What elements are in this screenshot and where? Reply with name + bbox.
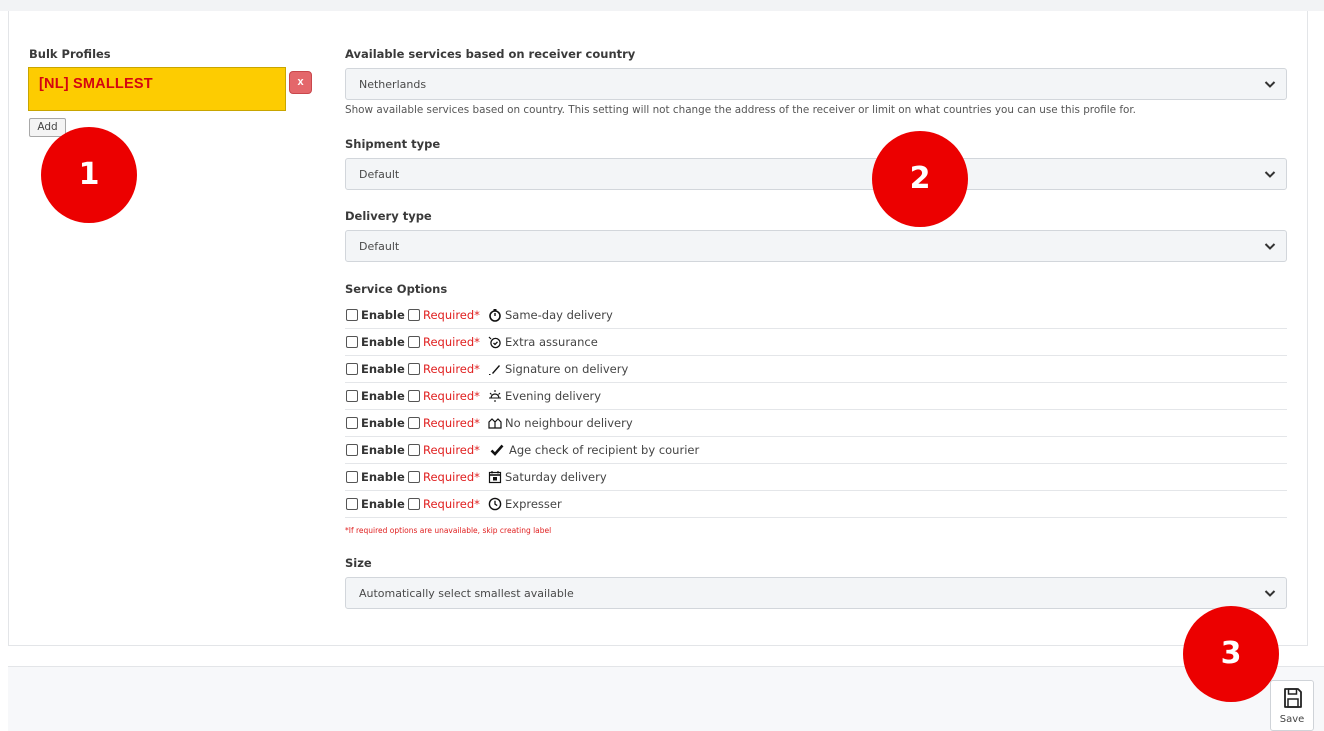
floppy-disk-icon	[1284, 688, 1302, 708]
sunset-icon	[489, 390, 501, 402]
top-strip	[0, 0, 1324, 11]
calendar-icon	[488, 471, 502, 484]
service-option-row: Enable Required* Same-day delivery	[345, 302, 1287, 329]
required-checkbox[interactable]	[408, 498, 420, 510]
remove-profile-button[interactable]: x	[289, 71, 312, 94]
country-hint: Show available services based on country…	[345, 104, 1136, 116]
required-label: Required*	[423, 416, 480, 430]
enable-label: Enable	[361, 416, 405, 430]
delivery-type-value: Default	[359, 240, 400, 253]
service-option-row: Enable Required* Saturday delivery	[345, 464, 1287, 491]
required-footnote: *If required options are unavailable, sk…	[345, 526, 552, 535]
stopwatch-icon	[489, 309, 501, 322]
chevron-down-icon	[1264, 81, 1276, 88]
service-option-name: Age check of recipient by courier	[509, 443, 700, 457]
enable-label: Enable	[361, 443, 405, 457]
required-checkbox[interactable]	[408, 390, 420, 402]
required-label: Required*	[423, 443, 480, 457]
houses-icon	[488, 418, 502, 429]
bulk-profiles-label: Bulk Profiles	[29, 47, 111, 61]
enable-checkbox[interactable]	[346, 498, 358, 510]
required-checkbox[interactable]	[408, 444, 420, 456]
size-label: Size	[345, 556, 372, 570]
enable-checkbox[interactable]	[346, 444, 358, 456]
bulk-profile-name: [NL] SMALLEST	[39, 76, 153, 92]
enable-label: Enable	[361, 470, 405, 484]
step-badge-2: 2	[872, 131, 968, 227]
checkmark-icon	[490, 444, 504, 456]
required-checkbox[interactable]	[408, 417, 420, 429]
service-option-row: Enable Required* Signature on delivery	[345, 356, 1287, 383]
footer-bar	[8, 666, 1324, 731]
step-badge-3: 3	[1183, 606, 1279, 702]
delivery-type-select[interactable]: Default	[345, 230, 1287, 262]
shipment-type-value: Default	[359, 168, 400, 181]
enable-checkbox[interactable]	[346, 336, 358, 348]
service-option-row: Enable Required* Extra assurance	[345, 329, 1287, 356]
country-label: Available services based on receiver cou…	[345, 47, 636, 61]
enable-label: Enable	[361, 497, 405, 511]
service-options-label: Service Options	[345, 282, 448, 296]
enable-checkbox[interactable]	[346, 471, 358, 483]
enable-checkbox[interactable]	[346, 390, 358, 402]
service-option-name: Evening delivery	[505, 389, 602, 403]
service-option-name: Saturday delivery	[505, 470, 607, 484]
enable-label: Enable	[361, 308, 405, 322]
save-label: Save	[1279, 714, 1305, 725]
assurance-icon	[488, 336, 501, 349]
enable-label: Enable	[361, 335, 405, 349]
delivery-type-label: Delivery type	[345, 209, 432, 223]
required-checkbox[interactable]	[408, 363, 420, 375]
service-option-row: Enable Required* No neighbour delivery	[345, 410, 1287, 437]
enable-checkbox[interactable]	[346, 417, 358, 429]
shipment-type-label: Shipment type	[345, 137, 441, 151]
enable-label: Enable	[361, 362, 405, 376]
pen-icon	[489, 365, 500, 375]
service-option-name: Extra assurance	[505, 335, 598, 349]
clock-icon	[488, 497, 502, 511]
required-label: Required*	[423, 470, 480, 484]
required-label: Required*	[423, 308, 480, 322]
chevron-down-icon	[1264, 243, 1276, 250]
save-button[interactable]: Save	[1270, 680, 1314, 731]
shipment-type-select[interactable]: Default	[345, 158, 1287, 190]
service-option-name: Signature on delivery	[505, 362, 629, 376]
size-select[interactable]: Automatically select smallest available	[345, 577, 1287, 609]
service-option-name: No neighbour delivery	[505, 416, 633, 430]
required-label: Required*	[423, 362, 480, 376]
country-select-value: Netherlands	[359, 78, 427, 91]
service-option-name: Expresser	[505, 497, 562, 511]
country-select[interactable]: Netherlands	[345, 68, 1287, 100]
service-option-row: Enable Required* Expresser	[345, 491, 1287, 518]
step-badge-1: 1	[41, 127, 137, 223]
size-select-value: Automatically select smallest available	[359, 587, 574, 600]
service-option-row: Enable Required* Evening delivery	[345, 383, 1287, 410]
required-checkbox[interactable]	[408, 471, 420, 483]
add-profile-button[interactable]: Add	[29, 118, 66, 137]
required-checkbox[interactable]	[408, 336, 420, 348]
enable-label: Enable	[361, 389, 405, 403]
service-option-row: Enable Required* Age check of recipient …	[345, 437, 1287, 464]
enable-checkbox[interactable]	[346, 309, 358, 321]
enable-checkbox[interactable]	[346, 363, 358, 375]
required-checkbox[interactable]	[408, 309, 420, 321]
required-label: Required*	[423, 389, 480, 403]
chevron-down-icon	[1264, 171, 1276, 178]
required-label: Required*	[423, 335, 480, 349]
chevron-down-icon	[1264, 590, 1276, 597]
service-option-name: Same-day delivery	[505, 308, 613, 322]
required-label: Required*	[423, 497, 480, 511]
bulk-profile-item[interactable]: [NL] SMALLEST	[28, 67, 286, 111]
